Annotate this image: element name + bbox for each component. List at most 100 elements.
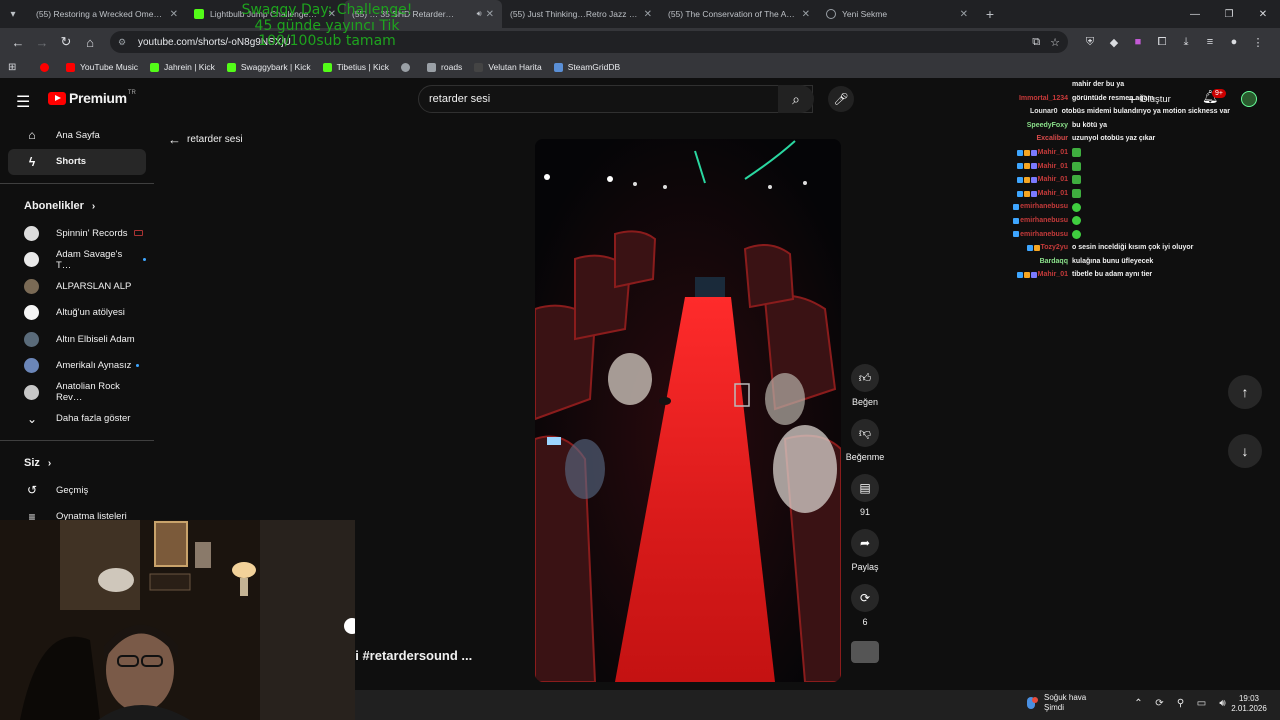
chat-author: SpeedyFoxy xyxy=(990,119,1072,133)
dislike-button[interactable]: 👎︎ Beğenme xyxy=(841,419,889,462)
close-tab-icon[interactable]: ✕ xyxy=(644,9,652,20)
chat-badge-icon xyxy=(1016,190,1023,197)
bookmark-item[interactable]: roads xyxy=(427,62,462,72)
system-clock[interactable]: 19:03 2.01.2026 xyxy=(1226,694,1272,714)
network-icon[interactable]: ▭ xyxy=(1191,698,1212,709)
comment-icon: ▤ xyxy=(851,474,879,502)
browser-tab[interactable]: (55) The Conservation of The A… ✕ xyxy=(660,0,818,28)
menu-icon[interactable]: ☰ xyxy=(16,92,32,112)
browser-tab[interactable]: (55) Just Thinking…Retro Jazz … ✕ xyxy=(502,0,660,28)
sidebar-item-label: Ana Sayfa xyxy=(56,129,100,141)
previous-short-arrow-up-icon[interactable]: ↑ xyxy=(1228,375,1262,409)
bookmark-item[interactable]: YouTube Music xyxy=(66,62,138,72)
profile-avatar-icon[interactable]: ● xyxy=(1222,30,1246,54)
browser-tab[interactable]: (55) … 35 SHD Retarder… 🔊︎ ✕ xyxy=(344,0,502,28)
sidebar-item-subscription[interactable]: Anatolian Rock Rev… xyxy=(8,379,146,406)
tab-title: (55) The Conservation of The A… xyxy=(668,9,795,19)
close-tab-icon[interactable]: ✕ xyxy=(486,9,494,20)
bookmark-item[interactable]: Swaggybark | Kick xyxy=(226,62,311,72)
puzzle-extensions-icon[interactable]: ⧠ xyxy=(1150,30,1174,54)
download-icon[interactable]: ⤓ xyxy=(1174,30,1198,54)
forward-icon[interactable]: → xyxy=(30,30,54,54)
browser-tab[interactable]: Lightbulb Jump Challenge… ✕ xyxy=(186,0,344,28)
sidebar-item-shorts[interactable]: ϟ Shorts xyxy=(8,148,146,175)
sidebar-item-subscription[interactable]: Adam Savage's T… xyxy=(8,247,146,274)
sidebar-item-subscription[interactable]: ALPARSLAN ALP xyxy=(8,273,146,300)
bookmark-star-icon[interactable]: ☆ xyxy=(1050,36,1060,49)
logo-text: Premium xyxy=(69,90,127,106)
short-video-player[interactable] xyxy=(535,139,841,682)
microphone-icon[interactable]: 🎤︎ xyxy=(828,86,854,112)
show-more-button[interactable]: ⌄ Daha fazla göster xyxy=(8,406,146,433)
diamond-extension-icon[interactable]: ◆ xyxy=(1102,30,1126,54)
sidebar-item-subscription[interactable]: Amerikalı Aynasız xyxy=(8,353,146,380)
minimize-icon[interactable]: — xyxy=(1178,0,1212,28)
close-window-icon[interactable]: ✕ xyxy=(1246,0,1280,28)
tab-search-icon[interactable]: ▾ xyxy=(2,3,24,25)
purple-extension-icon[interactable]: ■ xyxy=(1126,30,1150,54)
search-icon[interactable]: ⌕ xyxy=(778,85,814,113)
speaker-icon[interactable]: 🔊︎ xyxy=(477,9,482,19)
thumbs-down-icon: 👎︎ xyxy=(851,419,879,447)
search-input[interactable]: retarder sesi xyxy=(429,93,782,105)
bookmark-item[interactable]: Jahrein | Kick xyxy=(149,62,215,72)
bookmark-item[interactable]: SteamGridDB xyxy=(553,62,620,72)
search-box[interactable]: retarder sesi ✕ xyxy=(418,85,813,113)
site-info-icon[interactable]: ⚙ xyxy=(118,36,130,48)
sidebar-item-label: Geçmiş xyxy=(56,484,89,496)
chat-author: Tozy2yu xyxy=(990,241,1072,255)
back-to-search-button[interactable]: ← retarder sesi xyxy=(168,132,243,147)
weather-widget[interactable]: Soğuk hava Şimdi xyxy=(1024,693,1086,713)
sidebar-item-home[interactable]: ⌂ Ana Sayfa xyxy=(8,122,146,149)
subscriptions-label: Abonelikler xyxy=(24,200,84,212)
chevron-up-icon[interactable]: ⌃ xyxy=(1128,698,1149,709)
chat-badge-icon xyxy=(1023,176,1030,183)
maximize-icon[interactable]: ❐ xyxy=(1212,0,1246,28)
new-tab-button[interactable]: + xyxy=(978,2,1002,26)
channel-avatar xyxy=(24,384,39,400)
media-controls-icon[interactable]: ≡ xyxy=(1198,30,1222,54)
usb-icon[interactable]: ⚲ xyxy=(1170,698,1191,709)
apps-grid-icon[interactable]: ⊞ xyxy=(8,62,26,73)
sidebar-item-subscription[interactable]: Altın Elbiseli Adam xyxy=(8,326,146,353)
close-tab-icon[interactable]: ✕ xyxy=(328,9,336,20)
short-title[interactable]: si #retardersound ... xyxy=(348,648,472,663)
dislike-label: Beğenme xyxy=(845,452,885,462)
you-header[interactable]: Siz › xyxy=(8,449,146,477)
bookmark-item[interactable] xyxy=(401,62,415,72)
install-app-icon[interactable]: ⧉ xyxy=(1032,36,1040,49)
share-button[interactable]: ➦ Paylaş xyxy=(841,529,889,572)
close-tab-icon[interactable]: ✕ xyxy=(960,9,968,20)
bookmarks-bar: ⊞ YouTube Music Jahrein | Kick Swaggybark … xyxy=(0,56,1280,78)
sync-icon[interactable]: ⟳ xyxy=(1149,698,1170,709)
bookmark-item[interactable]: Velutan Harita xyxy=(474,62,542,72)
sidebar-item-subscription[interactable]: Spinnin' Records xyxy=(8,220,146,247)
bookmark-youtube-icon-only[interactable] xyxy=(40,62,54,72)
subscriptions-header[interactable]: Abonelikler › xyxy=(8,192,146,220)
audio-source-thumbnail[interactable] xyxy=(841,639,889,663)
browser-tab[interactable]: Yeni Sekme ✕ xyxy=(818,0,976,28)
shield-extension-icon[interactable]: ⛨ xyxy=(1078,30,1102,54)
reload-icon[interactable]: ↻ xyxy=(54,30,78,54)
close-tab-icon[interactable]: ✕ xyxy=(170,9,178,20)
chat-author: Mahir_01 xyxy=(990,187,1072,201)
youtube-premium-logo[interactable]: Premium TR xyxy=(48,90,136,106)
remix-button[interactable]: ⟳ 6 xyxy=(841,584,889,627)
like-button[interactable]: 👍︎ Beğen xyxy=(841,364,889,407)
close-tab-icon[interactable]: ✕ xyxy=(802,9,810,20)
remix-icon: ⟳ xyxy=(851,584,879,612)
bookmark-item[interactable]: Tibetius | Kick xyxy=(322,62,389,72)
browser-tab[interactable]: (55) Restoring a Wrecked Ome… ✕ xyxy=(28,0,186,28)
next-short-arrow-down-icon[interactable]: ↓ xyxy=(1228,434,1262,468)
address-bar[interactable]: ⚙ youtube.com/shorts/-oN8g9NSXjU ⧉ ☆ xyxy=(110,31,1068,53)
chat-text: bu kötü ya xyxy=(1072,121,1108,129)
account-avatar[interactable] xyxy=(1241,91,1257,107)
history-icon: ↺ xyxy=(26,483,38,498)
comments-button[interactable]: ▤ 91 xyxy=(841,474,889,517)
chat-badge-icon xyxy=(1033,244,1040,251)
home-icon[interactable]: ⌂ xyxy=(78,30,102,54)
sidebar-item-history[interactable]: ↺ Geçmiş xyxy=(8,477,146,504)
back-icon[interactable]: ← xyxy=(6,30,30,54)
sidebar-item-subscription[interactable]: Altuğ'un atölyesi xyxy=(8,300,146,327)
browser-menu-icon[interactable]: ⋮ xyxy=(1246,30,1270,54)
